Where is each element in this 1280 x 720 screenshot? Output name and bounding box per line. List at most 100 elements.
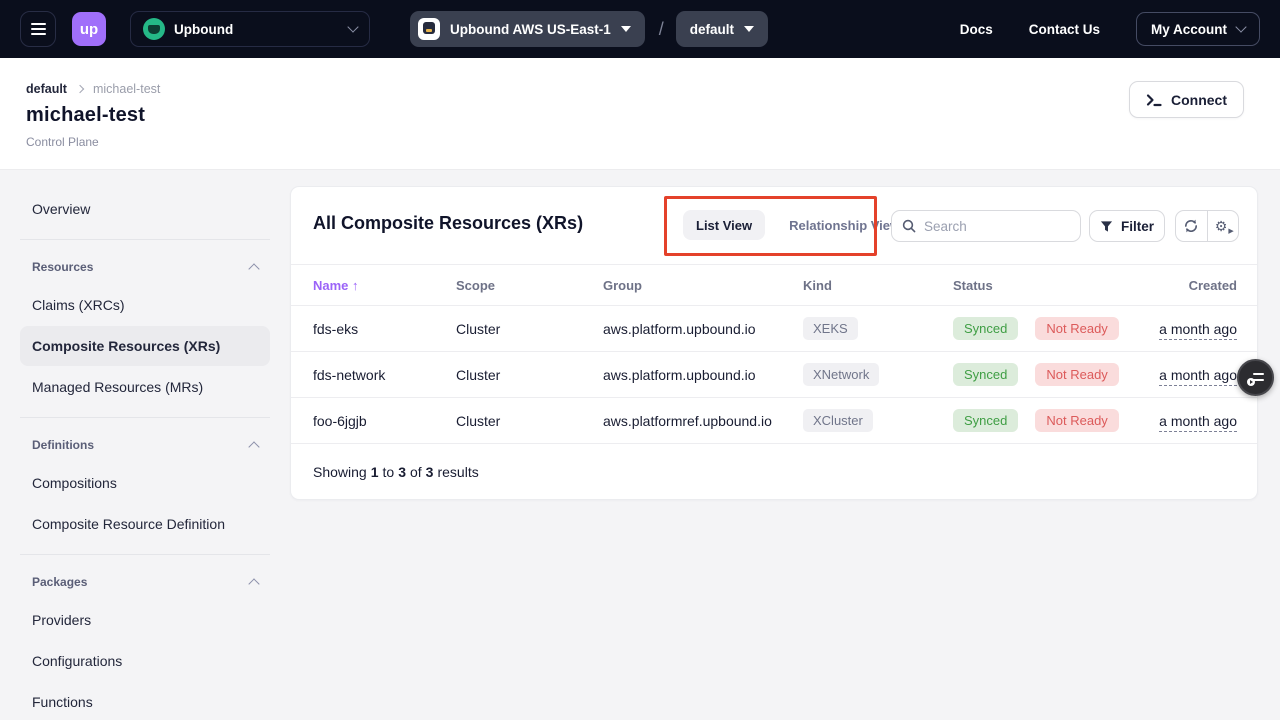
table-row[interactable]: foo-6jgjb Cluster aws.platformref.upboun… xyxy=(291,398,1257,444)
my-account-label: My Account xyxy=(1151,22,1227,37)
divider xyxy=(20,417,270,418)
results-to: 3 xyxy=(398,464,406,480)
page-header: default michael-test michael-test Contro… xyxy=(0,58,1280,170)
cell-kind: XEKS xyxy=(803,317,953,340)
created-tooltip-link[interactable]: a month ago xyxy=(1159,321,1237,340)
organization-name: Upbound xyxy=(174,22,340,37)
view-toggle: List View Relationship View xyxy=(683,210,900,240)
sidebar-item-claims[interactable]: Claims (XRCs) xyxy=(20,285,270,325)
cell-group: aws.platform.upbound.io xyxy=(603,321,803,337)
created-tooltip-link[interactable]: a month ago xyxy=(1159,413,1237,432)
search-input[interactable] xyxy=(924,219,1054,234)
docs-link[interactable]: Docs xyxy=(960,22,993,37)
cell-group: aws.platform.upbound.io xyxy=(603,367,803,383)
cell-created: a month ago xyxy=(1121,413,1237,429)
cell-scope: Cluster xyxy=(456,413,603,429)
column-header-group[interactable]: Group xyxy=(603,278,803,293)
results-total: 3 xyxy=(426,464,434,480)
sidebar-item-compositions[interactable]: Compositions xyxy=(20,463,270,503)
table-actions: ⚙ ▶ xyxy=(1175,210,1239,242)
cell-created: a month ago xyxy=(1121,321,1237,337)
chevron-up-icon xyxy=(248,263,259,274)
filter-funnel-icon xyxy=(1100,220,1113,233)
column-header-kind[interactable]: Kind xyxy=(803,278,953,293)
created-tooltip-link[interactable]: a month ago xyxy=(1159,367,1237,386)
terminal-icon xyxy=(1146,93,1162,107)
chevron-down-icon xyxy=(347,21,358,32)
status-badge-not-ready: Not Ready xyxy=(1035,363,1118,386)
status-badge-synced: Synced xyxy=(953,363,1018,386)
cell-name[interactable]: fds-eks xyxy=(313,321,456,337)
controlplane-icon xyxy=(418,18,440,40)
changelog-list-icon xyxy=(1247,372,1264,384)
breadcrumb: default michael-test xyxy=(26,82,1244,96)
top-navbar: up Upbound Upbound AWS US-East-1 / defau… xyxy=(0,0,1280,58)
sidebar-item-composite-resource-definition[interactable]: Composite Resource Definition xyxy=(20,504,270,544)
column-header-scope[interactable]: Scope xyxy=(456,278,603,293)
upbound-logo-text: up xyxy=(80,21,98,38)
panel-heading: All Composite Resources (XRs) xyxy=(313,213,583,234)
connect-label: Connect xyxy=(1171,92,1227,108)
refresh-icon xyxy=(1183,218,1199,234)
filter-button[interactable]: Filter xyxy=(1089,210,1165,242)
page-subtitle: Control Plane xyxy=(26,135,1244,149)
sidebar-item-overview[interactable]: Overview xyxy=(20,189,270,229)
organization-selector[interactable]: Upbound xyxy=(130,11,370,47)
sidebar-navigation: Overview Resources Claims (XRCs) Composi… xyxy=(20,188,270,720)
cell-name[interactable]: foo-6jgjb xyxy=(313,413,456,429)
search-icon xyxy=(902,219,916,233)
kind-badge: XCluster xyxy=(803,409,873,432)
connect-button[interactable]: Connect xyxy=(1129,81,1244,118)
refresh-button[interactable] xyxy=(1176,211,1207,241)
sidebar-item-composite-resources[interactable]: Composite Resources (XRs) xyxy=(20,326,270,366)
status-badge-not-ready: Not Ready xyxy=(1035,317,1118,340)
my-account-menu[interactable]: My Account xyxy=(1136,12,1260,46)
list-view-button[interactable]: List View xyxy=(683,210,765,240)
contact-us-link[interactable]: Contact Us xyxy=(1029,22,1100,37)
sidebar-section-label: Resources xyxy=(32,260,93,274)
play-icon: ▶ xyxy=(1228,227,1233,235)
sidebar-section-resources[interactable]: Resources xyxy=(20,250,270,284)
sidebar-item-functions[interactable]: Functions xyxy=(20,682,270,720)
sidebar-section-packages[interactable]: Packages xyxy=(20,565,270,599)
sidebar-section-label: Definitions xyxy=(32,438,94,452)
cell-scope: Cluster xyxy=(456,367,603,383)
sidebar-section-label: Packages xyxy=(32,575,87,589)
table-row[interactable]: fds-network Cluster aws.platform.upbound… xyxy=(291,352,1257,398)
sort-ascending-icon: ↑ xyxy=(352,278,359,293)
upbound-logo[interactable]: up xyxy=(72,12,106,46)
table-row[interactable]: fds-eks Cluster aws.platform.upbound.io … xyxy=(291,306,1257,352)
chevron-up-icon xyxy=(248,578,259,589)
caret-down-icon xyxy=(744,26,754,32)
hamburger-menu-icon[interactable] xyxy=(20,11,56,47)
breadcrumb-parent[interactable]: default xyxy=(26,82,67,96)
cell-created: a month ago xyxy=(1121,367,1237,383)
sidebar-item-configurations[interactable]: Configurations xyxy=(20,641,270,681)
filter-label: Filter xyxy=(1121,219,1154,234)
gear-icon: ⚙ xyxy=(1215,218,1228,234)
column-header-status[interactable]: Status xyxy=(953,278,1121,293)
caret-down-icon xyxy=(621,26,631,32)
column-header-name[interactable]: Name ↑ xyxy=(313,278,456,293)
organization-avatar-icon xyxy=(143,18,165,40)
controlplane-selector[interactable]: Upbound AWS US-East-1 xyxy=(410,11,645,47)
group-selector[interactable]: default xyxy=(676,11,768,47)
status-badge-synced: Synced xyxy=(953,317,1018,340)
cell-kind: XNetwork xyxy=(803,363,953,386)
sidebar-item-managed-resources[interactable]: Managed Resources (MRs) xyxy=(20,367,270,407)
status-badge-not-ready: Not Ready xyxy=(1035,409,1118,432)
feedback-widget-button[interactable] xyxy=(1237,359,1274,396)
auto-refresh-settings-button[interactable]: ⚙ ▶ xyxy=(1207,211,1239,241)
cell-name[interactable]: fds-network xyxy=(313,367,456,383)
cell-group: aws.platformref.upbound.io xyxy=(603,413,803,429)
column-header-created[interactable]: Created xyxy=(1121,278,1237,293)
page-title: michael-test xyxy=(26,104,1244,127)
sidebar-item-providers[interactable]: Providers xyxy=(20,600,270,640)
breadcrumb-current: michael-test xyxy=(93,82,160,96)
results-summary: Showing 1 to 3 of 3 results xyxy=(291,444,1257,500)
sidebar-section-definitions[interactable]: Definitions xyxy=(20,428,270,462)
cell-scope: Cluster xyxy=(456,321,603,337)
controlplane-name: Upbound AWS US-East-1 xyxy=(450,22,611,37)
breadcrumb-chevron-icon xyxy=(76,85,84,93)
relationship-view-button[interactable]: Relationship View xyxy=(789,218,900,233)
